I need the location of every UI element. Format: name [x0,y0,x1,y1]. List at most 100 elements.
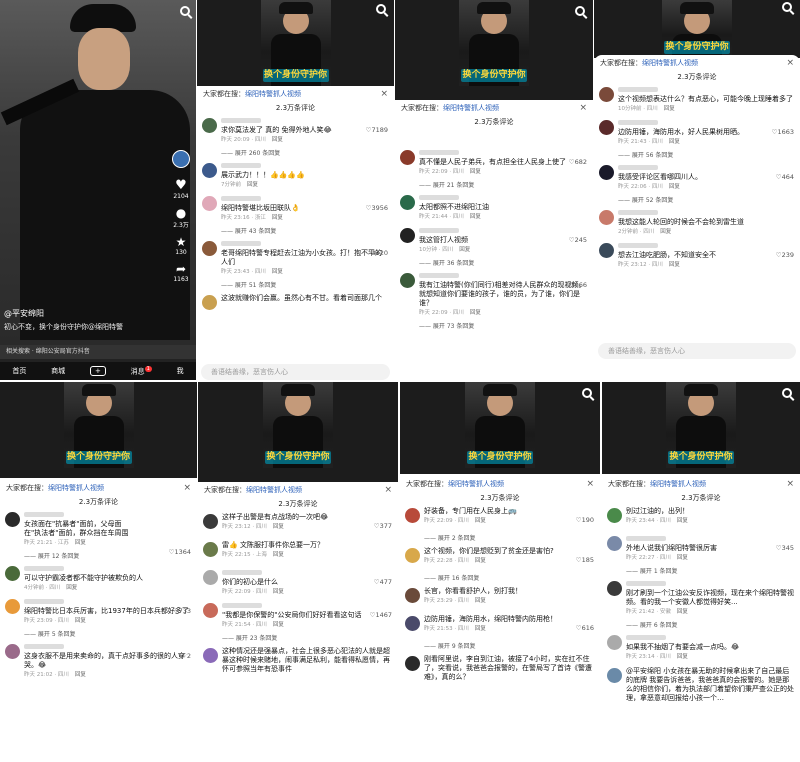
avatar[interactable] [607,668,622,683]
video-strip[interactable]: 换个身份守护你 [395,0,593,100]
search-banner[interactable]: 大家都在搜：绵阳特警抓人视频 × [400,476,600,492]
search-icon[interactable] [782,2,792,12]
like-count[interactable]: 190 [576,516,594,524]
nav-home[interactable]: 首页 [12,366,26,376]
avatar[interactable] [405,588,420,603]
username[interactable]: @平安绵阳 [4,308,44,319]
search-banner[interactable]: 大家都在搜：绵阳特警抓人视频 × [594,55,800,71]
like-count[interactable]: 477 [374,578,392,586]
expand-replies[interactable]: 展开 21 条回复 [395,179,593,191]
comment-input[interactable]: 善语结善缘，恶言伤人心 [201,364,390,380]
avatar[interactable] [607,635,622,650]
video-strip[interactable]: 换个身份守护你 [594,0,800,58]
avatar[interactable] [203,542,218,557]
expand-replies[interactable]: 展开 56 条回复 [594,149,800,161]
search-query[interactable]: 绵阳特警抓人视频 [443,104,499,112]
reply-button[interactable]: 回复 [272,269,283,275]
video-strip[interactable]: 换个身份守护你 [197,0,394,86]
like-count[interactable]: 377 [374,522,392,530]
expand-replies[interactable]: 展开 1 条回复 [602,565,800,577]
reply-button[interactable]: 回复 [273,622,284,628]
avatar[interactable] [203,603,218,618]
reply-button[interactable]: 回复 [677,609,688,615]
like-count[interactable]: 7189 [366,126,388,134]
search-banner[interactable]: 大家都在搜：绵阳特警抓人视频 × [602,476,800,492]
like-count[interactable]: 1467 [370,611,392,619]
like-count[interactable]: 2 [181,652,191,660]
avatar[interactable] [599,210,614,225]
avatar[interactable] [400,228,415,243]
avatar[interactable] [202,118,217,133]
comment-icon[interactable]: ● [170,206,192,220]
like-count[interactable]: 3066 [565,281,587,289]
expand-replies[interactable]: 展开 16 条回复 [400,572,600,584]
reply-button[interactable]: 回复 [475,558,486,564]
nav-messages[interactable]: 消息 1 [131,365,152,376]
related-search[interactable]: 相关搜索 · 绵阳公安局官方抖音 [0,345,196,359]
avatar[interactable] [5,599,20,614]
avatar[interactable] [405,656,420,671]
expand-replies[interactable]: 展开 51 条回复 [197,279,394,291]
reply-button[interactable]: 回复 [677,654,688,660]
expand-replies[interactable]: 展开 52 条回复 [594,194,800,206]
avatar[interactable] [400,195,415,210]
search-query[interactable]: 绵阳特警抓人视频 [245,90,301,98]
search-icon[interactable] [782,388,792,398]
close-icon[interactable]: × [384,482,392,498]
avatar[interactable] [5,644,20,659]
expand-replies[interactable]: 展开 2 条回复 [400,532,600,544]
avatar[interactable] [202,241,217,256]
like-count[interactable]: 245 [569,236,587,244]
like-count[interactable]: 1663 [772,128,794,136]
like-count[interactable]: 239 [776,251,794,259]
expand-replies[interactable]: 展开 73 条回复 [395,320,593,332]
reply-button[interactable]: 回复 [75,618,86,624]
video-frame[interactable] [0,0,196,345]
avatar[interactable] [607,536,622,551]
avatar[interactable] [405,508,420,523]
expand-replies[interactable]: 展开 6 条回复 [602,619,800,631]
close-icon[interactable]: × [183,480,191,496]
close-icon[interactable]: × [579,100,587,116]
reply-button[interactable]: 回复 [273,524,284,530]
like-count[interactable]: 345 [776,544,794,552]
avatar[interactable] [203,514,218,529]
reply-button[interactable]: 回复 [247,182,258,188]
avatar[interactable] [203,648,218,663]
expand-replies[interactable]: 展开 12 条回复 [0,550,197,562]
like-count[interactable]: 616 [576,624,594,632]
search-query[interactable]: 绵阳特警抓人视频 [448,480,504,488]
comment-input[interactable]: 善语结善缘，恶言伤人心 [598,343,796,359]
reply-button[interactable]: 回复 [669,139,680,145]
video-strip[interactable]: 换个身份守护你 [400,382,600,474]
nav-create-button[interactable]: + [89,366,106,376]
search-query[interactable]: 绵阳特警抓人视频 [246,486,302,494]
search-banner[interactable]: 大家都在搜：绵阳特警抓人视频 × [395,100,593,116]
avatar[interactable] [599,120,614,135]
avatar[interactable] [599,87,614,102]
avatar[interactable] [202,295,217,310]
video-strip[interactable]: 换个身份守护你 [602,382,800,474]
avatar[interactable] [172,150,190,168]
search-icon[interactable] [575,6,585,16]
video-strip[interactable]: 换个身份守护你 [0,382,197,478]
nav-me[interactable]: 我 [177,366,184,376]
reply-button[interactable]: 回复 [669,262,680,268]
avatar[interactable] [5,566,20,581]
reply-button[interactable]: 回复 [272,137,283,143]
search-icon[interactable] [180,6,190,16]
reply-button[interactable]: 回复 [677,518,688,524]
expand-replies[interactable]: 展开 43 条回复 [197,225,394,237]
reply-button[interactable]: 回复 [677,555,688,561]
like-count[interactable]: 1364 [169,548,191,556]
avatar[interactable] [202,196,217,211]
reply-button[interactable]: 回复 [273,552,284,558]
avatar[interactable] [607,581,622,596]
nav-mall[interactable]: 商城 [51,366,65,376]
expand-replies[interactable]: 展开 5 条回复 [0,628,197,640]
reply-button[interactable]: 回复 [272,215,283,221]
expand-replies[interactable]: 展开 23 条回复 [198,632,398,644]
like-count[interactable]: 3956 [366,204,388,212]
expand-replies[interactable]: 展开 9 条回复 [400,640,600,652]
close-icon[interactable]: × [786,476,794,492]
